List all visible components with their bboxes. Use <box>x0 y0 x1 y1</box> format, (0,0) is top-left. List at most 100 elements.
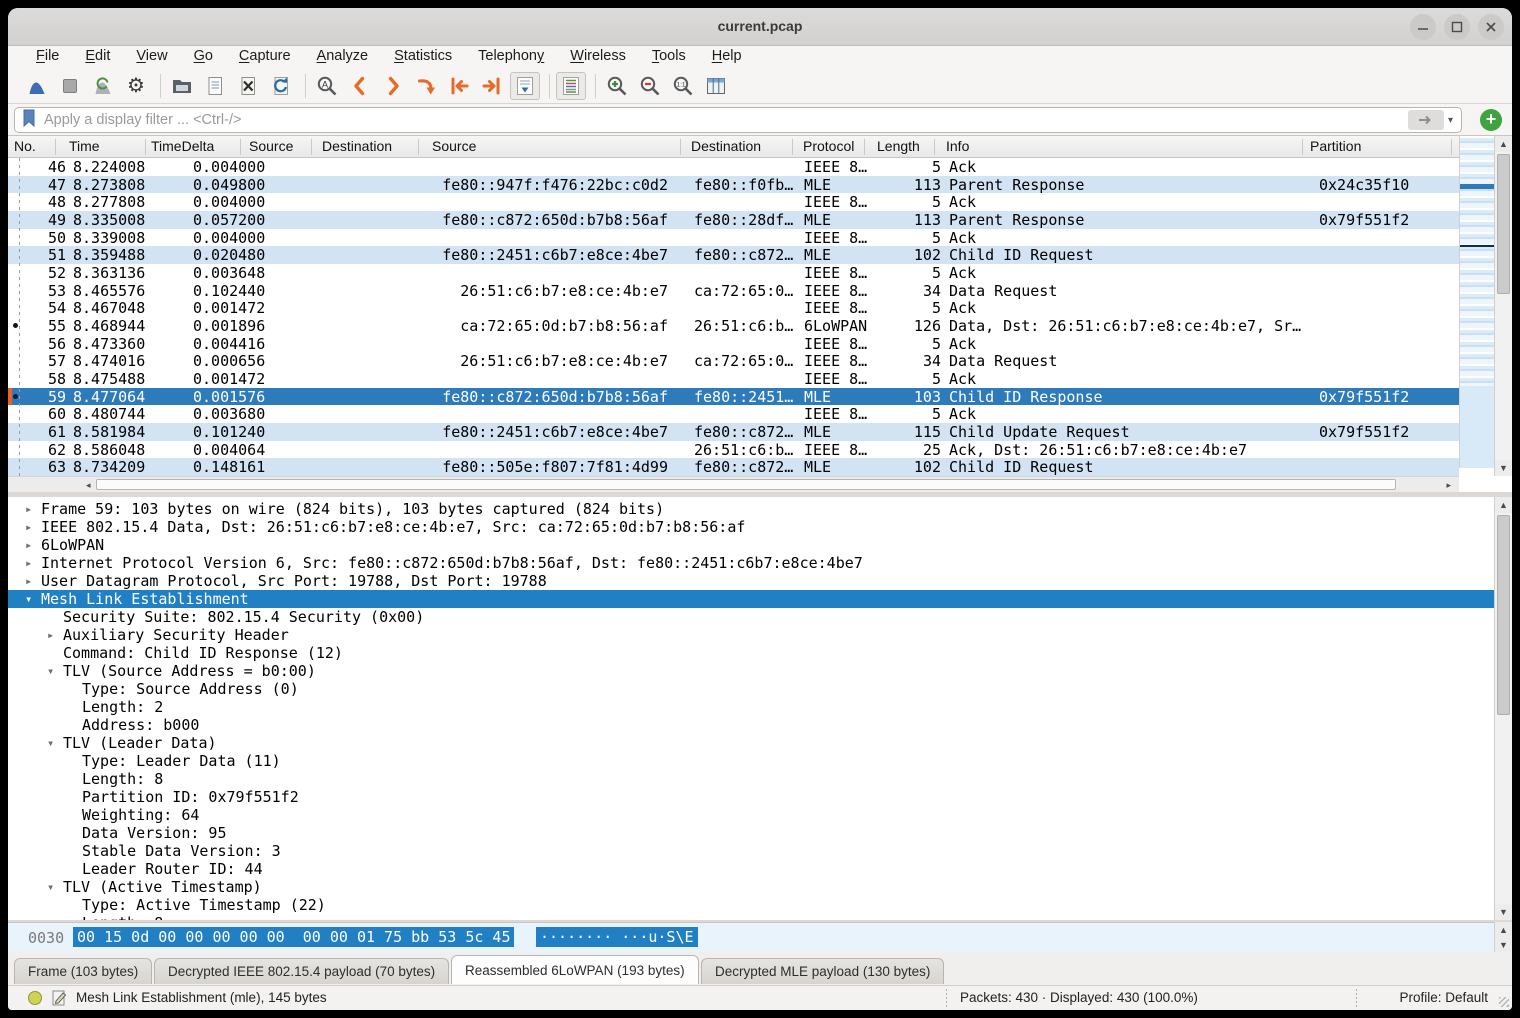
scroll-down-arrow[interactable]: ▼ <box>1495 937 1512 952</box>
column-header-source-3[interactable]: Source <box>249 138 293 154</box>
hscroll-thumb[interactable] <box>96 479 1396 490</box>
close-button[interactable] <box>1478 14 1504 40</box>
close-file-button[interactable] <box>233 72 263 100</box>
maximize-button[interactable] <box>1444 14 1470 40</box>
column-header-info-9[interactable]: Info <box>946 138 969 154</box>
detail-line-19[interactable]: Stable Data Version: 3 <box>8 842 1494 860</box>
last-packet-button[interactable] <box>477 72 507 100</box>
reload-file-button[interactable] <box>266 72 296 100</box>
menu-capture[interactable]: Capture <box>226 48 304 66</box>
detail-line-6[interactable]: Security Suite: 802.15.4 Security (0x00) <box>8 608 1494 626</box>
collapse-triangle-icon[interactable]: ▾ <box>25 590 32 608</box>
packet-row-58[interactable]: 588.4754880.001472IEEE 8…5Ack <box>8 370 1459 388</box>
menu-tools[interactable]: Tools <box>639 48 699 66</box>
menu-go[interactable]: Go <box>181 48 226 66</box>
zoom-original-button[interactable]: 1:1 <box>668 72 698 100</box>
filter-bookmark-icon[interactable] <box>22 109 36 132</box>
apply-filter-button[interactable] <box>1408 110 1444 130</box>
zoom-in-button[interactable] <box>602 72 632 100</box>
expand-triangle-icon[interactable]: ▸ <box>25 572 32 590</box>
column-header-protocol-7[interactable]: Protocol <box>803 138 854 154</box>
save-file-button[interactable] <box>200 72 230 100</box>
resize-grip[interactable] <box>1499 997 1509 1007</box>
packet-row-49[interactable]: 498.3350080.057200fe80::c872:650d:b7b8:5… <box>8 211 1459 229</box>
column-header-no-0[interactable]: No. <box>14 138 36 154</box>
detail-line-17[interactable]: Weighting: 64 <box>8 806 1494 824</box>
display-filter-input[interactable] <box>42 111 1408 129</box>
column-separator[interactable] <box>418 139 419 155</box>
open-file-button[interactable] <box>167 72 197 100</box>
scroll-down-arrow[interactable]: ▼ <box>1495 904 1512 920</box>
column-header-time-1[interactable]: Time <box>69 138 100 154</box>
add-filter-button[interactable]: + <box>1480 109 1502 131</box>
detail-line-4[interactable]: ▸User Datagram Protocol, Src Port: 19788… <box>8 572 1494 590</box>
column-header-destination-6[interactable]: Destination <box>691 138 761 154</box>
expand-triangle-icon[interactable]: ▸ <box>25 536 32 554</box>
detail-line-12[interactable]: Address: b000 <box>8 716 1494 734</box>
packet-row-56[interactable]: 568.4733600.004416IEEE 8…5Ack <box>8 335 1459 353</box>
collapse-triangle-icon[interactable]: ▾ <box>47 734 54 752</box>
column-separator[interactable] <box>680 139 681 155</box>
column-header-length-8[interactable]: Length <box>877 138 920 154</box>
menu-edit[interactable]: Edit <box>72 48 123 66</box>
expert-info-icon[interactable] <box>28 991 42 1005</box>
detail-line-21[interactable]: ▾TLV (Active Timestamp) <box>8 878 1494 896</box>
packet-row-54[interactable]: 548.4670480.001472IEEE 8…5Ack <box>8 299 1459 317</box>
packet-row-55[interactable]: 558.4689440.001896ca:72:65:0d:b7:b8:56:a… <box>8 317 1459 335</box>
scroll-up-arrow[interactable]: ▲ <box>1495 922 1512 937</box>
packet-row-62[interactable]: 628.5860480.00406426:51:c6:b…IEEE 8…25Ac… <box>8 441 1459 459</box>
detail-line-13[interactable]: ▾TLV (Leader Data) <box>8 734 1494 752</box>
column-separator[interactable] <box>145 139 146 155</box>
column-separator[interactable] <box>240 139 241 155</box>
packet-row-61[interactable]: 618.5819840.101240fe80::2451:c6b7:e8ce:4… <box>8 423 1459 441</box>
detail-line-9[interactable]: ▾TLV (Source Address = b0:00) <box>8 662 1494 680</box>
expand-triangle-icon[interactable]: ▸ <box>47 626 54 644</box>
menu-help[interactable]: Help <box>699 48 755 66</box>
stop-capture-button[interactable] <box>55 72 85 100</box>
column-header-partition-10[interactable]: Partition <box>1310 138 1361 154</box>
detail-line-15[interactable]: Length: 8 <box>8 770 1494 788</box>
byte-tab-1[interactable]: Decrypted IEEE 802.15.4 payload (70 byte… <box>154 958 449 984</box>
column-separator[interactable] <box>311 139 312 155</box>
resize-columns-button[interactable] <box>701 72 731 100</box>
start-capture-button[interactable] <box>22 72 52 100</box>
zoom-out-button[interactable] <box>635 72 665 100</box>
detail-line-16[interactable]: Partition ID: 0x79f551f2 <box>8 788 1494 806</box>
column-header-timedelta-2[interactable]: TimeDelta <box>151 138 214 154</box>
minimize-button[interactable] <box>1410 14 1436 40</box>
column-separator[interactable] <box>934 139 935 155</box>
scroll-left-arrow[interactable]: ◂ <box>86 480 91 491</box>
byte-tab-3[interactable]: Decrypted MLE payload (130 bytes) <box>701 958 944 984</box>
column-header-source-5[interactable]: Source <box>432 138 476 154</box>
packet-row-48[interactable]: 488.2778080.004000IEEE 8…5Ack <box>8 193 1459 211</box>
scroll-right-arrow[interactable]: ▸ <box>1446 480 1451 491</box>
packet-list-hscrollbar[interactable]: ◂ ▸ <box>8 476 1459 492</box>
byte-tab-2[interactable]: Reassembled 6LoWPAN (193 bytes) <box>451 955 699 984</box>
go-to-packet-button[interactable] <box>411 72 441 100</box>
detail-line-14[interactable]: Type: Leader Data (11) <box>8 752 1494 770</box>
hex-bytes-highlight[interactable]: 00 15 0d 00 00 00 00 00 00 00 01 75 bb 5… <box>73 927 514 947</box>
menu-statistics[interactable]: Statistics <box>381 48 465 66</box>
collapse-triangle-icon[interactable]: ▾ <box>47 878 54 896</box>
scroll-thumb[interactable] <box>1497 515 1510 715</box>
first-packet-button[interactable] <box>444 72 474 100</box>
packet-row-47[interactable]: 478.2738080.049800fe80::947f:f476:22bc:c… <box>8 176 1459 194</box>
menu-telephony[interactable]: Telephony <box>465 48 557 66</box>
hex-ascii-highlight[interactable]: ········ ···u·S\E <box>536 927 698 947</box>
bytes-vscrollbar[interactable]: ▲ ▼ <box>1494 922 1512 952</box>
detail-line-20[interactable]: Leader Router ID: 44 <box>8 860 1494 878</box>
detail-line-1[interactable]: ▸IEEE 802.15.4 Data, Dst: 26:51:c6:b7:e8… <box>8 518 1494 536</box>
column-separator[interactable] <box>864 139 865 155</box>
details-vscrollbar[interactable]: ▲ ▼ <box>1494 497 1512 920</box>
packet-row-60[interactable]: 608.4807440.003680IEEE 8…5Ack <box>8 405 1459 423</box>
previous-packet-button[interactable] <box>345 72 375 100</box>
detail-line-18[interactable]: Data Version: 95 <box>8 824 1494 842</box>
column-header-destination-4[interactable]: Destination <box>322 138 392 154</box>
packet-row-52[interactable]: 528.3631360.003648IEEE 8…5Ack <box>8 264 1459 282</box>
auto-scroll-button[interactable] <box>510 72 540 100</box>
detail-line-22[interactable]: Type: Active Timestamp (22) <box>8 896 1494 914</box>
filter-dropdown-caret[interactable]: ▾ <box>1448 115 1453 126</box>
intelligent-scrollbar-minimap[interactable] <box>1459 136 1494 468</box>
menu-wireless[interactable]: Wireless <box>557 48 639 66</box>
detail-line-5[interactable]: ▾Mesh Link Establishment <box>8 590 1494 608</box>
